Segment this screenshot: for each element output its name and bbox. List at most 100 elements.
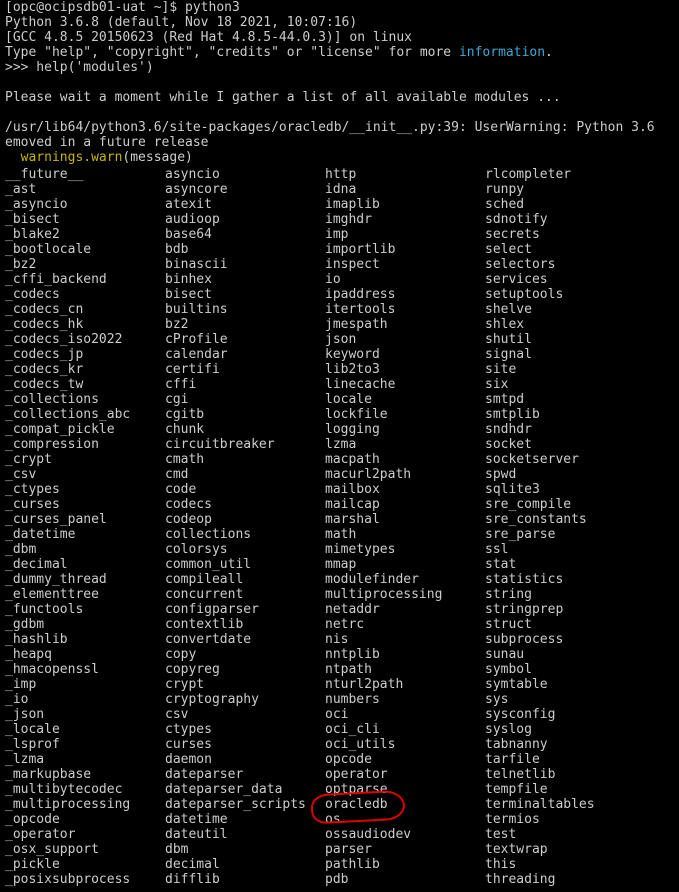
module-name: sched — [485, 197, 525, 212]
module-name: collections — [165, 527, 252, 542]
module-name: _pickle — [5, 857, 60, 872]
module-name: imp — [325, 227, 349, 242]
module-name: decimal — [165, 857, 220, 872]
module-row: _io cryptography numbers sys — [5, 692, 679, 707]
module-row: __future__ asyncio http rlcompleter — [5, 167, 679, 182]
module-row: _compat_pickle chunk logging sndhdr — [5, 422, 679, 437]
module-name: oci_cli — [325, 722, 380, 737]
module-row: _posixsubprocess difflib pdb threading — [5, 872, 679, 887]
module-name: test — [485, 827, 517, 842]
module-name: copyreg — [165, 662, 220, 677]
module-name: curses — [165, 737, 212, 752]
module-name: _codecs_tw — [5, 377, 84, 392]
module-name: macurl2path — [325, 467, 412, 482]
module-row: _ast asyncore idna runpy — [5, 182, 679, 197]
module-row: _blake2 base64 imp secrets — [5, 227, 679, 242]
module-name: _asyncio — [5, 197, 68, 212]
module-row: _pickle decimal pathlib this — [5, 857, 679, 872]
module-name: shutil — [485, 332, 532, 347]
module-name: tarfile — [485, 752, 540, 767]
module-name: ctypes — [165, 722, 212, 737]
module-name: idna — [325, 182, 357, 197]
module-name: _codecs_hk — [5, 317, 84, 332]
module-row: _curses_panel codeop marshal sre_constants — [5, 512, 679, 527]
module-row: _cffi_backend binhex io services — [5, 272, 679, 287]
information-link[interactable]: information — [459, 45, 545, 60]
terminal-output-header: [opc@ocipsdb01-uat ~]$ python3 Python 3.… — [5, 0, 679, 165]
module-name: _lsprof — [5, 737, 60, 752]
module-name: csv — [165, 707, 189, 722]
module-name: select — [485, 242, 532, 257]
module-name: terminaltables — [485, 797, 595, 812]
module-name: linecache — [325, 377, 396, 392]
module-name: _csv — [5, 467, 37, 482]
module-row: _bz2 binascii inspect selectors — [5, 257, 679, 272]
module-name: runpy — [485, 182, 525, 197]
module-name: oracledb — [325, 797, 388, 812]
module-name: string — [485, 587, 532, 602]
module-name: _collections_abc — [5, 407, 131, 422]
module-name: _lzma — [5, 752, 45, 767]
module-name: concurrent — [165, 587, 244, 602]
module-name: threading — [485, 872, 556, 887]
module-name: _operator — [5, 827, 76, 842]
module-name: symtable — [485, 677, 548, 692]
banner-help-suffix: . — [545, 45, 553, 60]
module-name: _json — [5, 707, 45, 722]
module-name: _ast — [5, 182, 37, 197]
module-name: cgi — [165, 392, 189, 407]
module-row: _bisect audioop imghdr sdnotify — [5, 212, 679, 227]
python-banner-compiler: [GCC 4.8.5 20150623 (Red Hat 4.8.5-44.0.… — [5, 30, 412, 45]
module-name: spwd — [485, 467, 517, 482]
module-row: _codecs_cn builtins itertools shelve — [5, 302, 679, 317]
module-name: macpath — [325, 452, 380, 467]
module-name: sre_parse — [485, 527, 556, 542]
module-name: _datetime — [5, 527, 76, 542]
module-name: multiprocessing — [325, 587, 443, 602]
module-name: datetime — [165, 812, 228, 827]
module-row: _compression circuitbreaker lzma socket — [5, 437, 679, 452]
module-row: _imp crypt nturl2path symtable — [5, 677, 679, 692]
module-row: _dummy_thread compileall modulefinder stati… — [5, 572, 679, 587]
module-name: telnetlib — [485, 767, 556, 782]
module-name: cProfile — [165, 332, 228, 347]
module-name: code — [165, 482, 197, 497]
module-name: textwrap — [485, 842, 548, 857]
module-name: subprocess — [485, 632, 564, 647]
module-name: asyncore — [165, 182, 228, 197]
module-name: _heapq — [5, 647, 52, 662]
module-name: atexit — [165, 197, 212, 212]
module-name: _bootlocale — [5, 242, 92, 257]
module-row: _osx_support dbm parser textwrap — [5, 842, 679, 857]
module-name: cmath — [165, 452, 205, 467]
module-row: _hmacopenssl copyreg ntpath symbol — [5, 662, 679, 677]
module-name: __future__ — [5, 167, 84, 182]
shell-prompt-line: [opc@ocipsdb01-uat ~]$ python3 — [5, 0, 240, 15]
module-row: _opcode datetime os termios — [5, 812, 679, 827]
module-row: _multiprocessing dateparser_scripts oracle… — [5, 797, 679, 812]
module-row: _codecs_hk bz2 jmespath shlex — [5, 317, 679, 332]
terminal-window[interactable]: [opc@ocipsdb01-uat ~]$ python3 Python 3.… — [0, 0, 679, 892]
module-name: daemon — [165, 752, 212, 767]
module-name: _multibytecodec — [5, 782, 123, 797]
module-name: _codecs_kr — [5, 362, 84, 377]
module-name: cmd — [165, 467, 189, 482]
module-name: imaplib — [325, 197, 380, 212]
module-name: statistics — [485, 572, 564, 587]
module-name: stringprep — [485, 602, 564, 617]
module-name: _opcode — [5, 812, 60, 827]
module-name: sre_constants — [485, 512, 587, 527]
module-name: mailcap — [325, 497, 380, 512]
module-name: nis — [325, 632, 349, 647]
module-name: _imp — [5, 677, 37, 692]
module-name: _bz2 — [5, 257, 37, 272]
module-name: _functools — [5, 602, 84, 617]
module-name: _markupbase — [5, 767, 92, 782]
module-name: six — [485, 377, 509, 392]
module-name: _hashlib — [5, 632, 68, 647]
module-row: _heapq copy nntplib sunau — [5, 647, 679, 662]
module-row: _csv cmd macurl2path spwd — [5, 467, 679, 482]
module-name: ntpath — [325, 662, 372, 677]
module-name: _decimal — [5, 557, 68, 572]
module-name: bdb — [165, 242, 189, 257]
